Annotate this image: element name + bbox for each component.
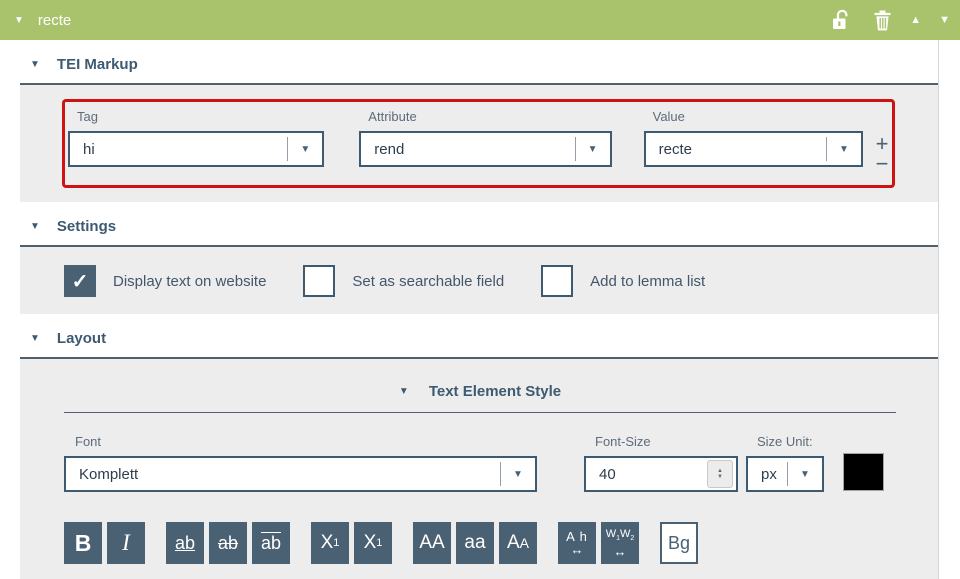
subscript-button[interactable]: X1 xyxy=(311,522,349,564)
superscript-button[interactable]: X1 xyxy=(354,522,392,564)
tag-field: Tag hi ▼ xyxy=(68,109,324,174)
element-title-bar: ▼ recte ▲ ▼ xyxy=(0,0,960,40)
font-select[interactable]: Komplett ▼ xyxy=(64,456,537,492)
layout-header: ▼ Layout xyxy=(20,314,938,359)
tag-label: Tag xyxy=(77,109,324,124)
collapse-settings-icon[interactable]: ▼ xyxy=(30,221,40,232)
superscript-mark-glyph: 1 xyxy=(376,537,382,549)
chevron-down-icon[interactable]: ▼ xyxy=(501,469,535,480)
element-title: recte xyxy=(38,12,71,29)
move-down-icon[interactable]: ▼ xyxy=(939,14,950,26)
lowercase-button[interactable]: aa xyxy=(456,522,494,564)
uppercase-button[interactable]: AA xyxy=(413,522,451,564)
checkbox-searchable-field-label: Set as searchable field xyxy=(352,273,504,290)
section-tei-markup: ▼ TEI Markup Tag hi ▼ Attribute rend xyxy=(20,40,938,202)
word-spacing-button[interactable]: W1W2 ↔ xyxy=(601,522,639,564)
chevron-down-icon[interactable]: ▼ xyxy=(788,469,822,480)
font-size-field: Font-Size 40 ▲ ▼ xyxy=(584,434,738,492)
remove-rule-button[interactable]: − xyxy=(872,154,892,174)
horizontal-arrow-icon: ↔ xyxy=(614,546,627,558)
spinner-down-icon[interactable]: ▼ xyxy=(717,474,723,480)
settings-header: ▼ Settings xyxy=(20,202,938,247)
font-size-value[interactable]: 40 xyxy=(586,466,707,483)
collapse-section-icon[interactable]: ▼ xyxy=(14,15,24,26)
capitalize-button[interactable]: AA xyxy=(499,522,537,564)
letter-spacing-button[interactable]: A h ↔ xyxy=(558,522,596,564)
collapse-layout-icon[interactable]: ▼ xyxy=(30,333,40,344)
settings-body: ✓ Display text on website Set as searcha… xyxy=(20,247,938,314)
size-unit-label: Size Unit: xyxy=(757,434,824,449)
size-unit-value[interactable]: px xyxy=(748,466,787,483)
unlock-icon[interactable] xyxy=(831,9,851,31)
checkbox-lemma-list[interactable] xyxy=(541,265,573,297)
size-unit-field: Size Unit: px ▼ xyxy=(746,434,824,492)
superscript-base-glyph: X xyxy=(364,532,377,554)
checkbox-display-text-label: Display text on website xyxy=(113,273,266,290)
value-value[interactable]: recte xyxy=(646,141,826,158)
horizontal-arrow-icon: ↔ xyxy=(571,544,584,556)
checkbox-lemma-list-label: Add to lemma list xyxy=(590,273,705,290)
tei-rule-highlight-group: Tag hi ▼ Attribute rend ▼ xyxy=(62,99,895,188)
layout-title: Layout xyxy=(57,330,106,347)
italic-button[interactable]: I xyxy=(107,522,145,564)
size-unit-select[interactable]: px ▼ xyxy=(746,456,824,492)
overline-glyph: ab xyxy=(261,533,281,554)
font-size-stepper[interactable]: ▲ ▼ xyxy=(707,460,733,488)
tag-select[interactable]: hi ▼ xyxy=(68,131,324,167)
attribute-value[interactable]: rend xyxy=(361,141,574,158)
text-element-style-header: ▼ Text Element Style xyxy=(64,373,896,413)
font-value[interactable]: Komplett xyxy=(66,466,500,483)
tei-markup-body: Tag hi ▼ Attribute rend ▼ xyxy=(20,85,938,202)
background-color-button[interactable]: Bg xyxy=(660,522,698,564)
layout-body: ▼ Text Element Style Font Komplett ▼ Fon… xyxy=(20,359,938,579)
chevron-down-icon[interactable]: ▼ xyxy=(576,144,610,155)
chevron-down-icon[interactable]: ▼ xyxy=(827,144,861,155)
underline-button[interactable]: ab xyxy=(166,522,204,564)
attribute-field: Attribute rend ▼ xyxy=(359,109,611,174)
value-label: Value xyxy=(653,109,863,124)
checkbox-searchable-field[interactable] xyxy=(303,265,335,297)
text-element-style-title: Text Element Style xyxy=(429,383,561,400)
checkbox-display-text[interactable]: ✓ xyxy=(64,265,96,297)
overline-button[interactable]: ab xyxy=(252,522,290,564)
text-style-toolbar: B I ab ab ab X1 X1 AA aa xyxy=(64,522,938,564)
font-size-input[interactable]: 40 ▲ ▼ xyxy=(584,456,738,492)
trash-icon[interactable] xyxy=(873,10,892,31)
collapse-tei-icon[interactable]: ▼ xyxy=(30,59,40,70)
value-select[interactable]: recte ▼ xyxy=(644,131,863,167)
capitalize-big-glyph: A xyxy=(507,532,520,554)
content-right-rule xyxy=(938,40,939,579)
font-settings-row: Font Komplett ▼ Font-Size 40 ▲ ▼ xyxy=(64,434,896,492)
capitalize-small-glyph: A xyxy=(520,535,529,551)
section-settings: ▼ Settings ✓ Display text on website Set… xyxy=(20,202,938,314)
font-label: Font xyxy=(75,434,537,449)
strikethrough-button[interactable]: ab xyxy=(209,522,247,564)
subscript-mark-glyph: 1 xyxy=(333,537,339,549)
font-size-label: Font-Size xyxy=(595,434,738,449)
tei-markup-title: TEI Markup xyxy=(57,56,138,73)
tag-value[interactable]: hi xyxy=(70,141,287,158)
subscript-base-glyph: X xyxy=(321,532,334,554)
underline-glyph: ab xyxy=(175,533,195,554)
value-field: Value recte ▼ xyxy=(644,109,863,174)
font-color-swatch[interactable] xyxy=(843,453,884,491)
attribute-label: Attribute xyxy=(368,109,611,124)
bold-button[interactable]: B xyxy=(64,522,102,564)
tei-markup-header: ▼ TEI Markup xyxy=(20,40,938,85)
panel-content: ▼ TEI Markup Tag hi ▼ Attribute rend xyxy=(20,40,938,579)
font-field: Font Komplett ▼ xyxy=(64,434,537,492)
rule-add-remove: + − xyxy=(872,109,892,174)
move-up-icon[interactable]: ▲ xyxy=(910,14,921,26)
chevron-down-icon[interactable]: ▼ xyxy=(288,144,322,155)
settings-title: Settings xyxy=(57,218,116,235)
attribute-select[interactable]: rend ▼ xyxy=(359,131,611,167)
section-layout: ▼ Layout ▼ Text Element Style Font Kompl… xyxy=(20,314,938,579)
collapse-style-icon[interactable]: ▼ xyxy=(399,386,409,397)
strikethrough-glyph: ab xyxy=(218,533,238,554)
